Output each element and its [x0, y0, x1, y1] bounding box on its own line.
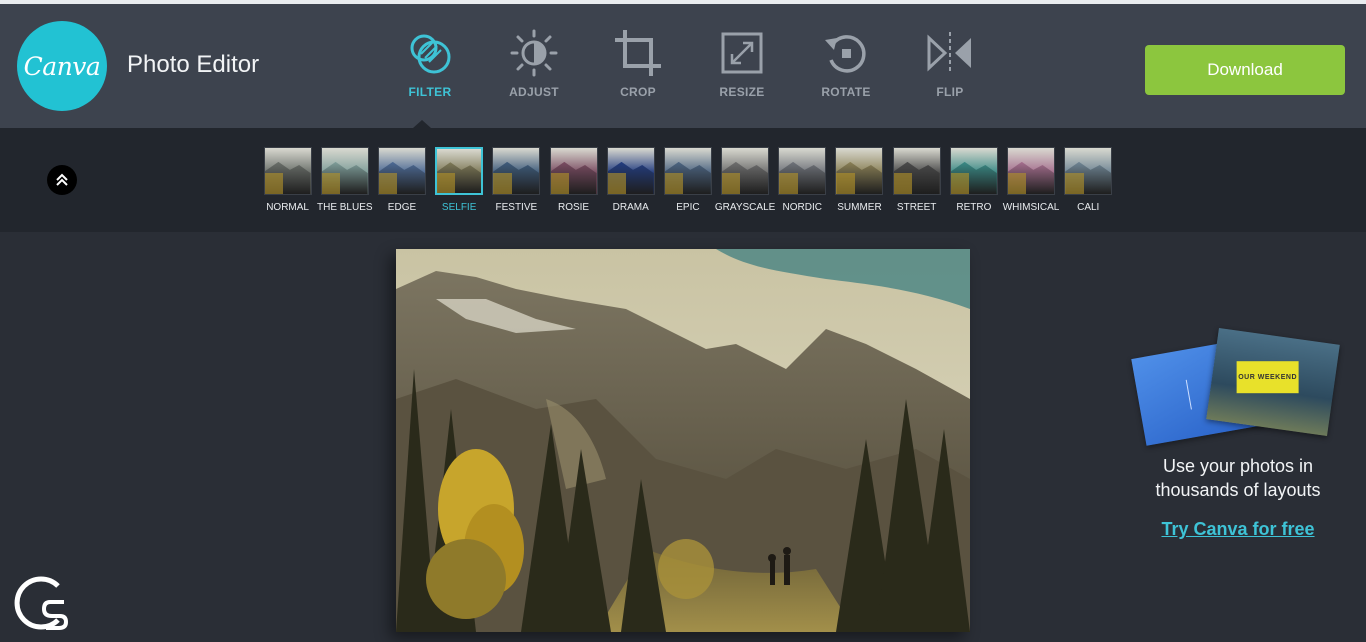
- tool-bar: FILTER ADJUST CROP RESIZE ROTATE FLIP: [378, 28, 1002, 108]
- rotate-icon: [825, 35, 866, 73]
- filter-thumbnail: [721, 147, 770, 195]
- filter-label: CALI: [1077, 202, 1100, 213]
- filter-rosie[interactable]: ROSIE: [545, 147, 602, 213]
- filter-festive[interactable]: FESTIVE: [488, 147, 545, 213]
- filter-label: NORMAL: [266, 202, 309, 213]
- filter-selfie[interactable]: SELFIE: [431, 147, 488, 213]
- filter-nordic[interactable]: NORDIC: [774, 147, 831, 213]
- filter-thumbnail: [1007, 147, 1056, 195]
- tool-flip[interactable]: FLIP: [898, 28, 1002, 108]
- filter-grayscale[interactable]: GRAYSCALE: [714, 147, 776, 213]
- adjust-icon: [510, 29, 558, 77]
- filter-thumbnail: [377, 147, 426, 195]
- download-button[interactable]: Download: [1145, 45, 1345, 95]
- filter-summer[interactable]: SUMMER: [831, 147, 888, 213]
- filter-label: GRAYSCALE: [714, 202, 776, 213]
- resize-icon: [721, 32, 763, 74]
- filter-label: THE BLUES: [316, 202, 373, 213]
- app-title: Photo Editor: [127, 51, 260, 78]
- filter-label: EPIC: [676, 202, 700, 213]
- tool-filter[interactable]: FILTER: [378, 28, 482, 108]
- filter-cali[interactable]: CALI: [1060, 147, 1117, 213]
- filter-thumbnail: [892, 147, 941, 195]
- filter-label: ROSIE: [557, 202, 590, 213]
- edited-photo: [396, 249, 970, 632]
- try-canva-link[interactable]: Try Canva for free: [1140, 519, 1336, 540]
- filter-thumbnail: [492, 147, 541, 195]
- canva-logo[interactable]: Canva: [17, 21, 107, 111]
- active-tool-pointer: [413, 120, 431, 128]
- watermark-logo-icon: [14, 576, 69, 630]
- filter-retro[interactable]: RETRO: [945, 147, 1002, 213]
- filter-label: NORDIC: [782, 202, 822, 213]
- filter-thumbnail: [606, 147, 655, 195]
- filter-label: SELFIE: [441, 202, 477, 213]
- filter-thumbnail: [949, 147, 998, 195]
- tool-label: CROP: [620, 85, 656, 99]
- filter-label: FESTIVE: [495, 202, 538, 213]
- promo-text: Use your photos in thousands of layouts: [1140, 454, 1336, 502]
- tool-rotate[interactable]: ROTATE: [794, 28, 898, 108]
- filter-thumbnail: [835, 147, 884, 195]
- collapse-filters-button[interactable]: [47, 165, 77, 195]
- filter-label: WHIMSICAL: [1002, 202, 1060, 213]
- tool-label: ADJUST: [509, 85, 559, 99]
- tool-label: ROTATE: [821, 85, 871, 99]
- filter-normal[interactable]: NORMAL: [259, 147, 316, 213]
- filter-icon: [410, 34, 451, 74]
- filter-label: DRAMA: [612, 202, 649, 213]
- filter-thumbnail: [778, 147, 827, 195]
- filter-street[interactable]: STREET: [888, 147, 945, 213]
- tool-label: RESIZE: [719, 85, 765, 99]
- filter-epic[interactable]: EPIC: [659, 147, 716, 213]
- filter-label: RETRO: [956, 202, 992, 213]
- filter-thumbnail: [435, 147, 484, 195]
- filter-label: STREET: [896, 202, 937, 213]
- filter-thumbnail: [549, 147, 598, 195]
- filter-the-blues[interactable]: THE BLUES: [316, 147, 373, 213]
- filter-thumbnail: [663, 147, 712, 195]
- logo-text: Canva: [23, 51, 101, 81]
- promo-text-line1: Use your photos in: [1162, 456, 1314, 476]
- promo-text-line2: thousands of layouts: [1155, 480, 1321, 500]
- header-bar: Canva Photo Editor FILTER ADJUST CROP RE…: [0, 4, 1366, 128]
- tool-resize[interactable]: RESIZE: [690, 28, 794, 108]
- promo-card-weekend: OUR WEEKEND: [1206, 327, 1340, 437]
- tool-label: FLIP: [936, 85, 964, 99]
- promo-layout-cards: OUR WEEKEND: [1130, 327, 1350, 448]
- tool-label: FILTER: [408, 85, 452, 99]
- filter-whimsical[interactable]: WHIMSICAL: [1002, 147, 1059, 213]
- filter-list: NORMAL THE BLUES EDGE SELFIE FESTIVE ROSIE DRA…: [259, 147, 1117, 213]
- tool-adjust[interactable]: ADJUST: [482, 28, 586, 108]
- chevron-up-icon: [56, 173, 68, 186]
- filter-thumbnail: [1064, 147, 1113, 195]
- filter-thumbnail: [320, 147, 369, 195]
- flip-icon: [927, 32, 971, 74]
- filter-label: EDGE: [387, 202, 417, 213]
- filter-edge[interactable]: EDGE: [373, 147, 430, 213]
- filter-drama[interactable]: DRAMA: [602, 147, 659, 213]
- mountain-landscape-image: [396, 249, 970, 632]
- filter-label: SUMMER: [837, 202, 882, 213]
- tool-crop[interactable]: CROP: [586, 28, 690, 108]
- crop-icon: [615, 30, 661, 76]
- promo-card-badge: OUR WEEKEND: [1236, 361, 1299, 394]
- filter-thumbnail: [263, 147, 312, 195]
